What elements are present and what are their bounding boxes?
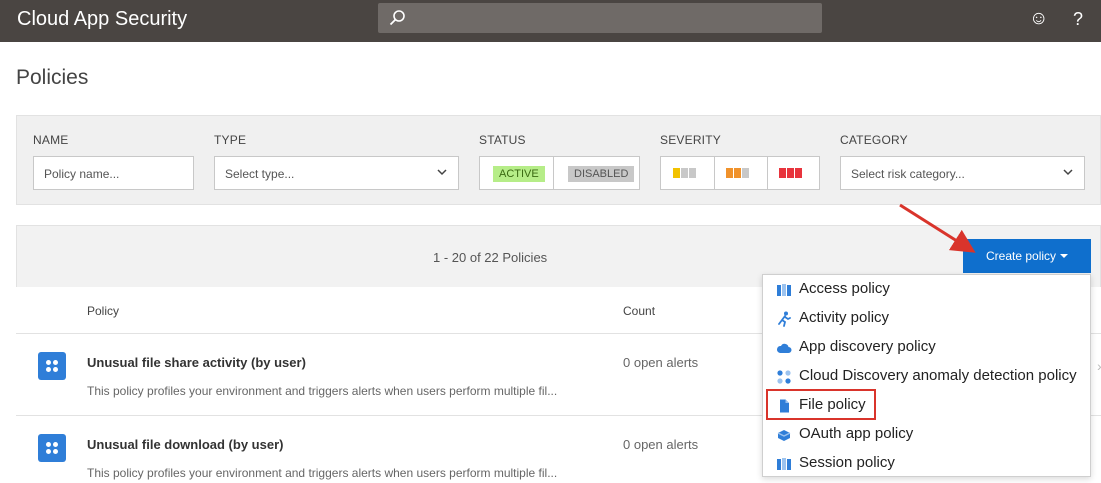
severity-square: [787, 168, 794, 178]
severity-high-option[interactable]: [767, 157, 819, 189]
row-menu-icon[interactable]: ›: [1097, 358, 1101, 374]
policy-title[interactable]: Unusual file download (by user): [87, 437, 283, 452]
menu-item-anomaly-detection-policy[interactable]: Cloud Discovery anomaly detection policy: [763, 362, 1090, 391]
severity-square: [779, 168, 786, 178]
menu-item-label: Access policy: [799, 280, 890, 297]
status-active-option[interactable]: ACTIVE: [480, 157, 553, 189]
menu-item-label: OAuth app policy: [799, 425, 914, 442]
severity-square: [689, 168, 696, 178]
caret-down-icon: [1060, 254, 1068, 258]
menu-item-activity-policy[interactable]: Activity policy: [763, 304, 1090, 333]
menu-item-label: App discovery policy: [799, 338, 936, 355]
policy-type-icon: [38, 352, 66, 380]
status-filter-label: STATUS: [479, 133, 526, 147]
status-disabled-option[interactable]: DISABLED: [553, 157, 639, 189]
search-icon: [389, 10, 405, 26]
severity-low-option[interactable]: [661, 157, 714, 189]
category-select[interactable]: Select risk category...: [840, 156, 1085, 190]
create-policy-button[interactable]: Create policy: [963, 239, 1091, 273]
severity-square: [742, 168, 749, 178]
disabled-badge: DISABLED: [568, 166, 635, 182]
oauth-icon: [777, 430, 791, 441]
policies-count: 1 - 20 of 22 Policies: [433, 250, 548, 265]
anomaly-icon: [777, 370, 791, 384]
chevron-down-icon: [437, 169, 447, 176]
menu-item-label: Activity policy: [799, 309, 890, 326]
severity-filter-label: SEVERITY: [660, 133, 721, 147]
type-filter-label: TYPE: [214, 133, 247, 147]
menu-item-app-discovery-policy[interactable]: App discovery policy: [763, 333, 1090, 362]
access-policy-icon: [777, 284, 791, 296]
menu-item-label: Cloud Discovery anomaly detection policy: [799, 367, 1077, 384]
create-policy-label: Create policy: [986, 249, 1057, 263]
severity-toggle: [660, 156, 820, 190]
policy-description: This policy profiles your environment an…: [87, 384, 558, 398]
menu-item-label: Session policy: [799, 454, 895, 471]
policy-title[interactable]: Unusual file share activity (by user): [87, 355, 306, 370]
chevron-down-icon: [1063, 169, 1073, 176]
category-select-value: Select risk category...: [851, 167, 965, 181]
policy-type-icon: [38, 434, 66, 462]
severity-square: [734, 168, 741, 178]
file-policy-highlight: [766, 389, 876, 420]
severity-square: [681, 168, 688, 178]
type-select[interactable]: Select type...: [214, 156, 459, 190]
menu-item-oauth-app-policy[interactable]: OAuth app policy: [763, 420, 1090, 449]
page-title: Policies: [16, 66, 89, 89]
category-filter-label: CATEGORY: [840, 133, 908, 147]
top-bar: Cloud App Security ☺ ?: [0, 0, 1101, 42]
policy-description: This policy profiles your environment an…: [87, 466, 558, 480]
severity-square: [673, 168, 680, 178]
activity-policy-icon: [778, 311, 791, 327]
cloud-icon: [776, 343, 792, 353]
severity-square: [795, 168, 802, 178]
name-filter-label: NAME: [33, 133, 69, 147]
app-title: Cloud App Security: [17, 8, 188, 30]
severity-square: [726, 168, 733, 178]
severity-medium-option[interactable]: [714, 157, 767, 189]
filter-bar: NAME Policy name... TYPE Select type... …: [16, 115, 1101, 205]
column-header-policy[interactable]: Policy: [87, 304, 119, 318]
menu-item-session-policy[interactable]: Session policy: [763, 449, 1090, 478]
policy-name-placeholder: Policy name...: [44, 167, 120, 181]
column-header-count[interactable]: Count: [623, 304, 655, 318]
policy-alert-count[interactable]: 0 open alerts: [623, 437, 698, 452]
help-icon[interactable]: ?: [1073, 8, 1083, 30]
search-input[interactable]: [378, 3, 822, 33]
policy-alert-count[interactable]: 0 open alerts: [623, 355, 698, 370]
status-toggle: ACTIVE DISABLED: [479, 156, 640, 190]
session-policy-icon: [777, 458, 791, 470]
policy-name-input[interactable]: Policy name...: [33, 156, 194, 190]
type-select-value: Select type...: [225, 167, 295, 181]
active-badge: ACTIVE: [493, 166, 545, 182]
menu-item-access-policy[interactable]: Access policy: [763, 275, 1090, 304]
create-policy-menu: Access policy Activity policy App discov…: [762, 274, 1091, 477]
smiley-icon[interactable]: ☺: [1029, 8, 1048, 30]
